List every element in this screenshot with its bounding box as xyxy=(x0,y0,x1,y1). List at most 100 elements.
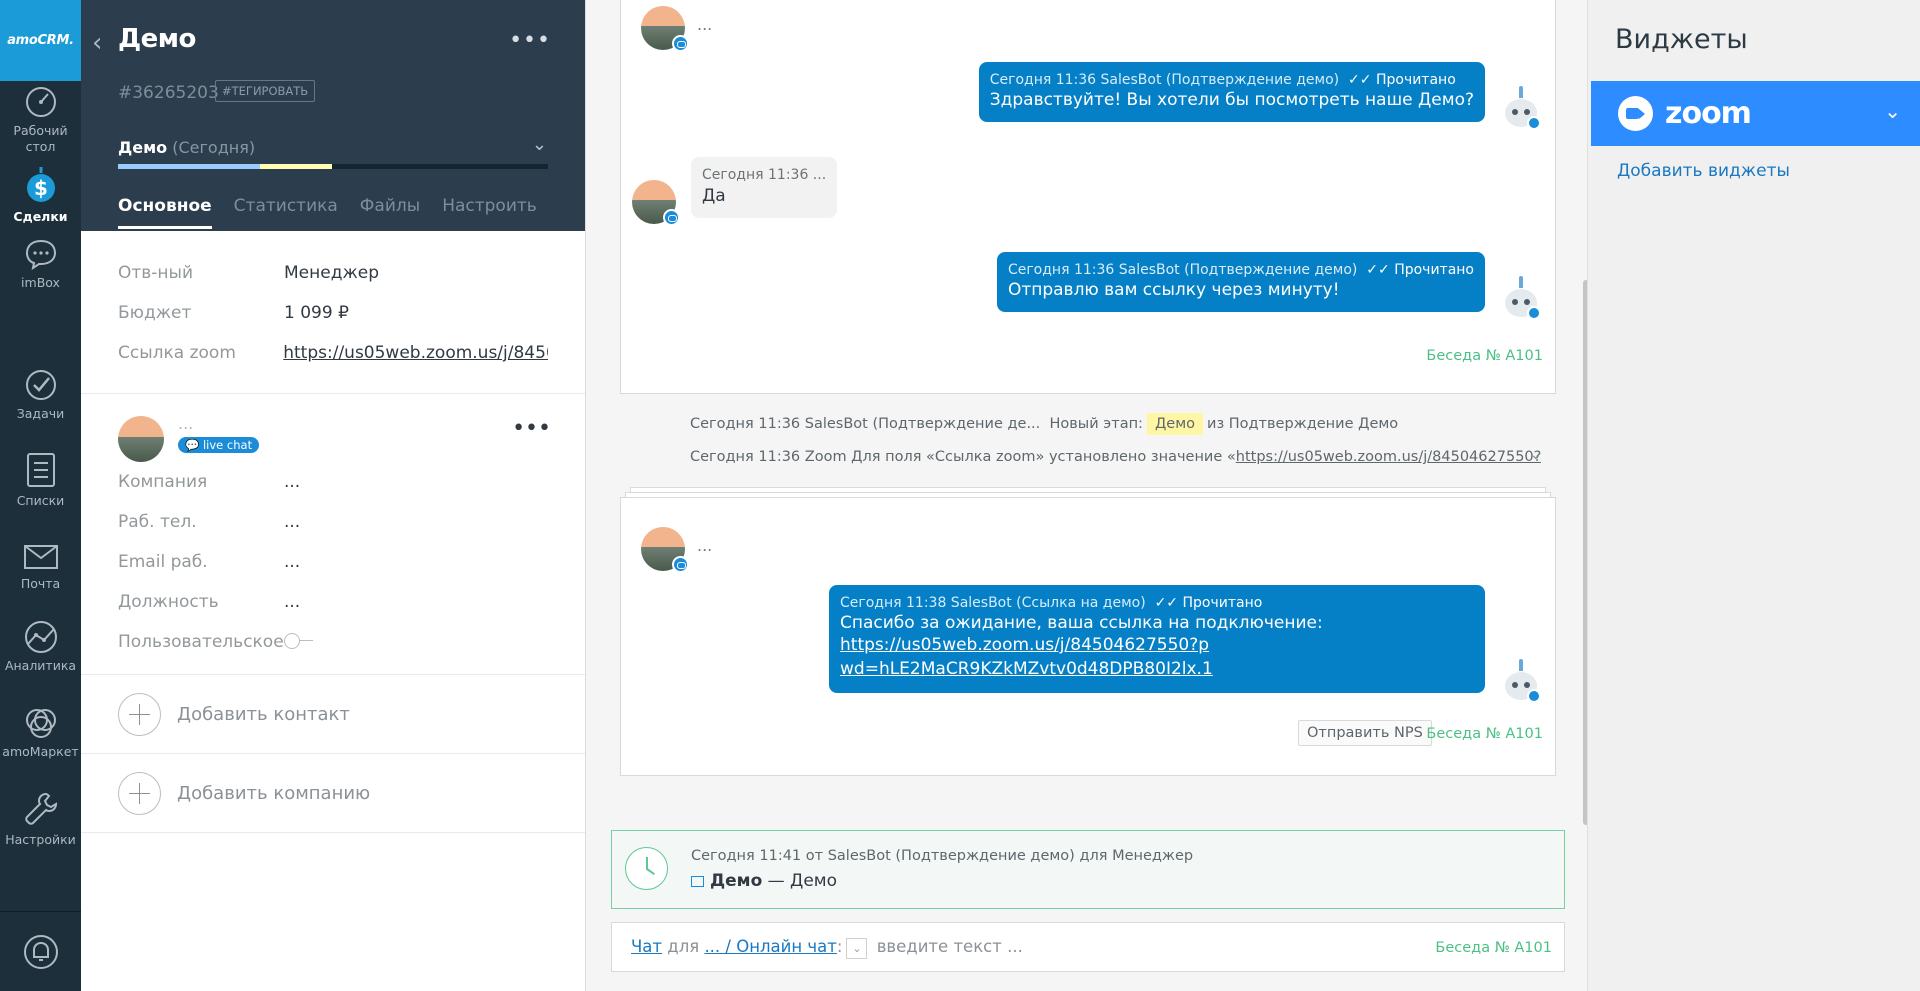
field-value[interactable]: ... xyxy=(284,472,300,492)
nav-label-tasks: Задачи xyxy=(16,406,65,421)
conversation-id-link[interactable]: Беседа № A101 xyxy=(1435,940,1552,956)
list-icon xyxy=(26,453,55,487)
left-nav: amoCRM. Рабочий стол $ Сделки imBox Зада… xyxy=(0,0,81,991)
deals-icon: $ xyxy=(26,167,55,202)
pipeline-stage[interactable]: Демо (Сегодня) xyxy=(118,138,255,157)
outgoing-message: Сегодня 11:38 SalesBot (Ссылка на демо) … xyxy=(829,585,1485,693)
nav-label-settings: Настройки xyxy=(5,832,76,847)
nav-label-imbox: imBox xyxy=(21,275,60,290)
composer-input[interactable]: введите текст ... xyxy=(877,937,1023,956)
deal-title[interactable]: Демо xyxy=(118,24,196,54)
stage-date: (Сегодня) xyxy=(172,138,256,157)
widgets-title: Виджеты xyxy=(1615,24,1748,55)
message-text: Да xyxy=(702,186,726,206)
custom-toggle[interactable] xyxy=(284,632,314,653)
message-text: Спасибо за ожидание, ваша ссылка на подк… xyxy=(840,613,1323,633)
widgets-panel: Виджеты zoom ⌄ Добавить виджеты xyxy=(1587,0,1920,991)
field-zoom-link: Ссылка zoom https://us05web.zoom.us/j/84… xyxy=(118,333,548,373)
tab-configure[interactable]: Настроить xyxy=(442,196,537,229)
expand-chevron-icon[interactable]: ⌄ xyxy=(1530,447,1542,463)
note-prefix: Сегодня 11:36 SalesBot (Подтверждение де… xyxy=(690,416,1041,432)
analytics-icon xyxy=(24,621,57,653)
field-set-note: Сегодня 11:36 Zoom Для поля «Ссылка zoom… xyxy=(690,449,1542,465)
task-meta: Сегодня 11:41 от SalesBot (Подтверждение… xyxy=(691,848,1194,864)
zoom-link[interactable]: https://us05web.zoom.us/j/84504627550?pw… xyxy=(283,343,548,363)
message-composer[interactable]: Чат для ... / Онлайн чат: ⌄ введите текст… xyxy=(611,922,1565,972)
field-value[interactable]: ... xyxy=(284,512,300,532)
contact-field-position: Должность ... xyxy=(118,582,585,622)
composer-for-label: для xyxy=(667,937,700,956)
tab-statistics[interactable]: Статистика xyxy=(234,196,338,229)
task-text: Демо — Демо xyxy=(691,871,837,891)
toggle-switch[interactable] xyxy=(284,632,314,649)
message-meta: Сегодня 11:36 SalesBot (Подтверждение де… xyxy=(989,72,1340,88)
send-nps-button[interactable]: Отправить NPS xyxy=(1298,720,1432,746)
nav-item-imbox[interactable]: imBox xyxy=(0,237,81,291)
deal-card: ‹ Демо ••• #36265203 #ТЕГИРОВАТЬ Демо (С… xyxy=(81,0,586,991)
nav-item-lists[interactable]: Списки xyxy=(0,451,81,509)
contact-menu-icon[interactable]: ••• xyxy=(512,416,551,441)
field-responsible: Отв-ный Менеджер xyxy=(118,253,548,293)
svg-text:$: $ xyxy=(34,176,48,200)
field-value[interactable]: Менеджер xyxy=(284,263,379,283)
zoom-logo: zoom xyxy=(1665,96,1752,131)
read-status: ✓✓ Прочитано xyxy=(1154,595,1263,611)
conversation-id-link[interactable]: Беседа № A101 xyxy=(1426,726,1543,742)
nav-item-market[interactable]: amoМаркет xyxy=(0,706,81,760)
chevron-down-icon[interactable]: ⌄ xyxy=(532,134,547,155)
nav-item-tasks[interactable]: Задачи xyxy=(0,368,81,422)
chat-type-link[interactable]: Чат xyxy=(631,937,662,956)
tab-files[interactable]: Файлы xyxy=(360,196,420,229)
back-arrow-icon[interactable]: ‹ xyxy=(92,28,102,58)
bot-avatar-icon xyxy=(1505,86,1541,130)
field-value[interactable]: 1 099 ₽ xyxy=(284,303,349,323)
contact-fields: Компания ... Раб. тел. ... Email раб. ..… xyxy=(118,462,585,662)
field-value[interactable]: ... xyxy=(284,552,300,572)
plus-icon xyxy=(118,692,161,736)
zoom-widget[interactable]: zoom ⌄ xyxy=(1591,81,1920,146)
field-label: Должность xyxy=(118,592,219,612)
nav-label-mail: Почта xyxy=(20,576,61,591)
avatar xyxy=(641,527,689,573)
channel-link[interactable]: ... / Онлайн чат xyxy=(704,937,836,956)
field-label: Бюджет xyxy=(118,303,192,323)
nav-item-settings[interactable]: Настройки xyxy=(0,790,81,848)
message-meta: Сегодня 11:38 SalesBot (Ссылка на демо) xyxy=(840,595,1146,611)
field-budget: Бюджет 1 099 ₽ xyxy=(118,293,548,333)
avatar[interactable] xyxy=(118,416,164,462)
avatar xyxy=(632,180,680,226)
add-widgets-link[interactable]: Добавить виджеты xyxy=(1617,161,1790,181)
nav-item-mail[interactable]: Почта xyxy=(0,538,81,592)
zoom-link[interactable]: https://us05web.zoom.us/j/84504627550?pw… xyxy=(1236,449,1542,465)
field-value[interactable]: ... xyxy=(284,592,300,612)
checkmark-icon xyxy=(25,370,56,400)
nav-item-deals[interactable]: $ Сделки xyxy=(0,165,81,225)
amocrm-logo[interactable]: amoCRM. xyxy=(0,0,81,81)
message-meta: Сегодня 11:36 ... xyxy=(702,167,827,183)
contact-field-company: Компания ... xyxy=(118,462,585,502)
sender-name: ... xyxy=(697,15,713,34)
market-icon xyxy=(25,709,56,738)
card-menu-icon[interactable]: ••• xyxy=(509,28,551,53)
nav-item-analytics[interactable]: Аналитика xyxy=(0,620,81,674)
task-item[interactable]: Сегодня 11:41 от SalesBot (Подтверждение… xyxy=(611,830,1565,909)
add-contact-label: Добавить контакт xyxy=(177,703,350,725)
add-company-button[interactable]: Добавить компанию xyxy=(81,754,585,833)
plus-icon xyxy=(118,771,161,815)
wrench-icon xyxy=(24,792,57,825)
chevron-down-icon[interactable]: ⌄ xyxy=(1884,99,1901,123)
contact-name[interactable]: ... xyxy=(178,414,193,433)
chat-channel-icon xyxy=(663,209,680,226)
nav-item-dashboard[interactable]: Рабочий стол xyxy=(0,85,81,155)
zoom-meeting-link[interactable]: https://us05web.zoom.us/j/84504627550?pw… xyxy=(840,635,1213,679)
notifications-button[interactable] xyxy=(0,911,81,991)
tag-button[interactable]: #ТЕГИРОВАТЬ xyxy=(215,80,316,102)
stage-progress-current xyxy=(260,164,332,169)
live-chat-label: live chat xyxy=(202,438,253,452)
conversation-id-link[interactable]: Беседа № A101 xyxy=(1426,348,1543,364)
chevron-down-icon[interactable]: ⌄ xyxy=(846,938,868,959)
nav-label-lists: Списки xyxy=(16,493,65,508)
chat-bubble-icon: 💬 xyxy=(185,438,203,452)
add-contact-button[interactable]: Добавить контакт xyxy=(81,675,585,754)
tab-main[interactable]: Основное xyxy=(118,196,212,229)
